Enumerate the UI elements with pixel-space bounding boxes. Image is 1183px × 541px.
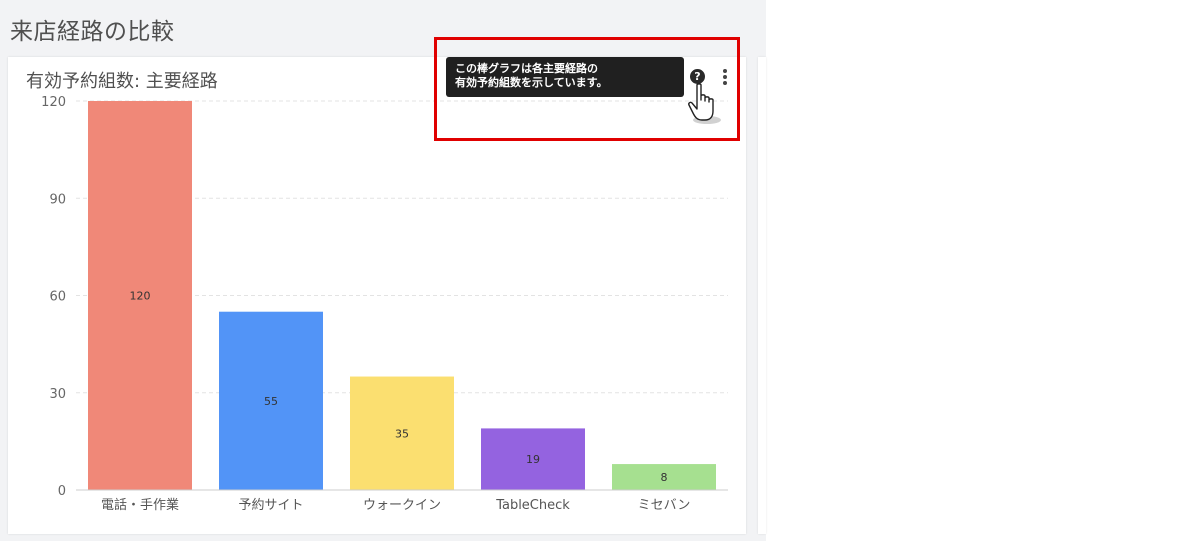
data-label: 120 (130, 290, 151, 303)
y-tick-label: 0 (58, 484, 66, 499)
data-label: 55 (264, 395, 278, 408)
adjacent-card-edge (758, 57, 766, 534)
data-label: 19 (526, 453, 540, 466)
x-tick-label: 電話・手作業 (101, 497, 179, 513)
y-tick-label: 30 (49, 387, 66, 402)
page-title: 来店経路の比較 (10, 19, 175, 45)
x-tick-label: ミセバン (638, 498, 691, 513)
x-tick-label: ウォークイン (363, 498, 441, 513)
x-tick-label: TableCheck (495, 498, 570, 513)
data-label: 8 (661, 471, 668, 484)
y-tick-label: 90 (49, 192, 66, 207)
y-tick-label: 120 (41, 95, 66, 110)
data-label: 35 (395, 427, 409, 440)
x-tick-label: 予約サイト (238, 498, 303, 513)
y-tick-label: 60 (49, 290, 66, 305)
highlight-annotation-box (434, 37, 740, 141)
